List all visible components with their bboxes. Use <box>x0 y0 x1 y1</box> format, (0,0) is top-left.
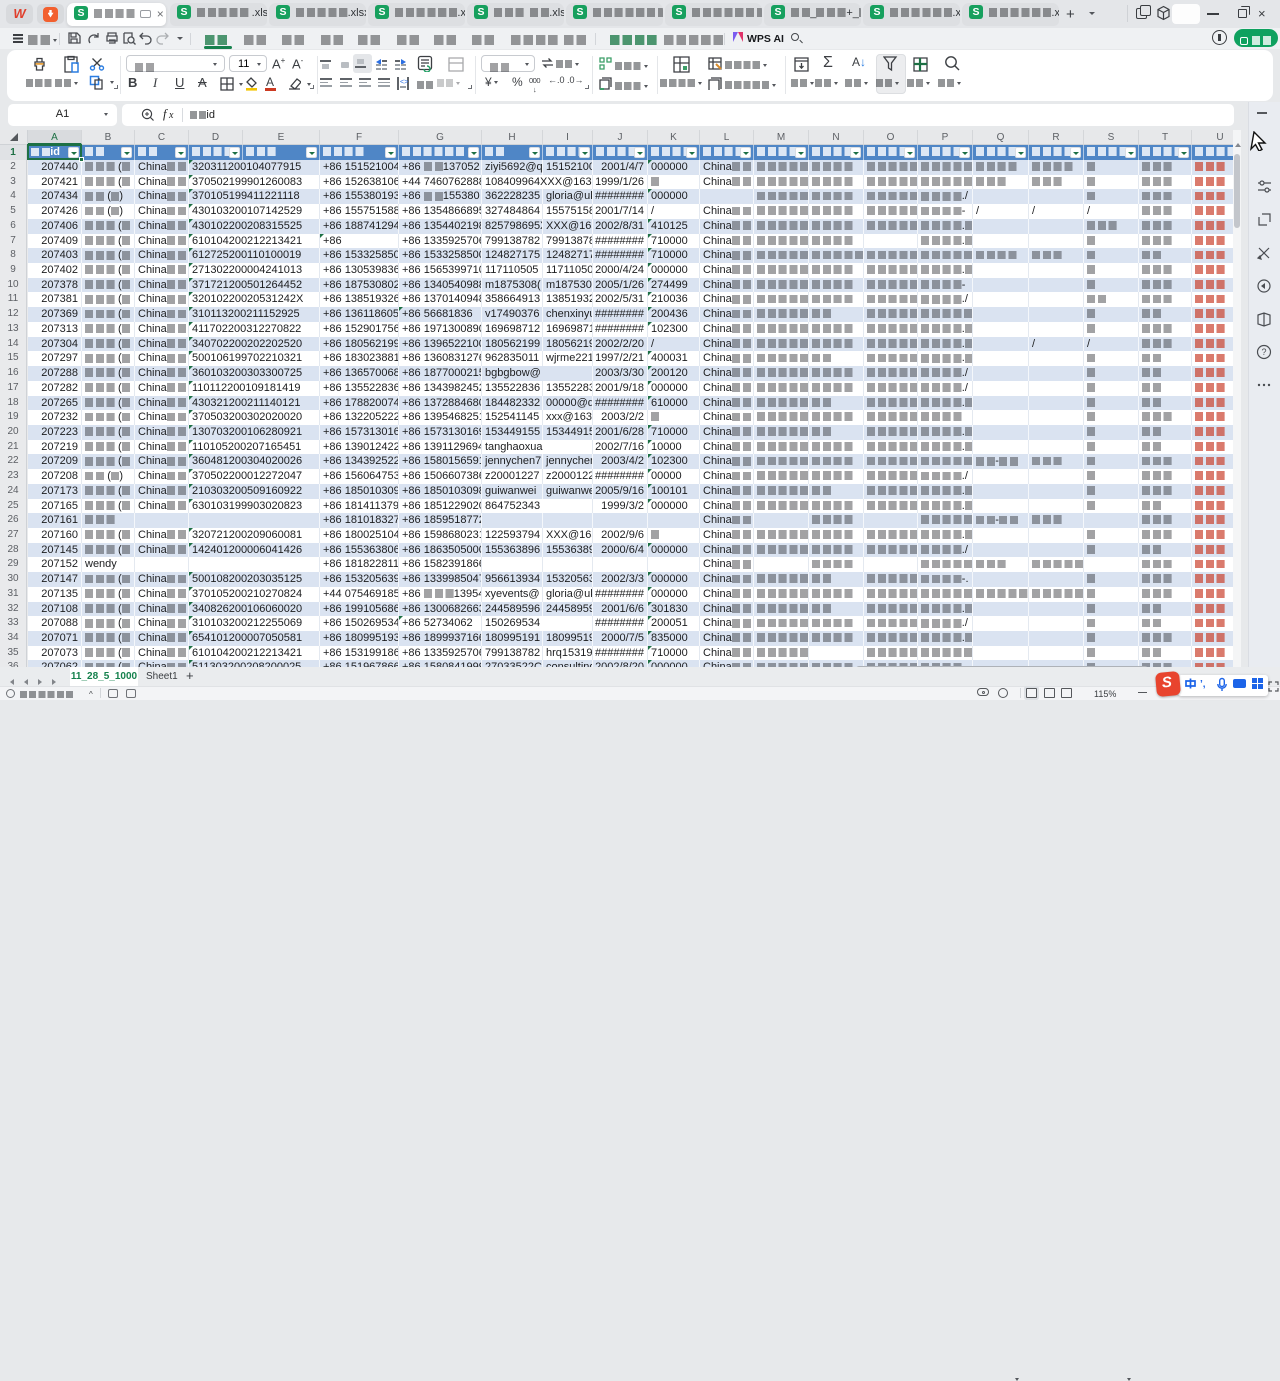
svg-text:?: ? <box>1262 347 1267 357</box>
